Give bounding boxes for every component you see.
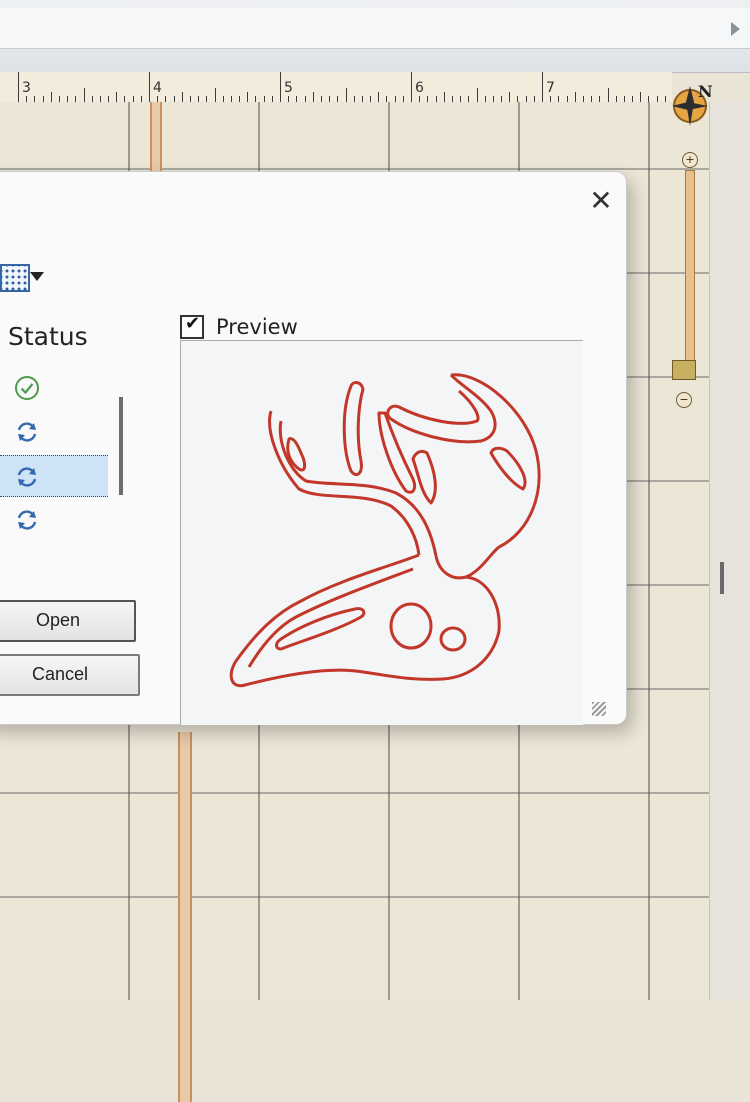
top-toolbar [0,0,750,73]
sync-icon [17,422,37,442]
ruler-tick [280,72,281,102]
open-file-dialog: ✕ Status Open Cancel ✔ Preview [0,172,626,725]
list-item[interactable] [0,411,108,451]
status-list [0,367,108,537]
cancel-button[interactable]: Cancel [0,654,140,696]
horizontal-ruler: 3 4 5 6 7 [0,72,672,103]
scroll-right-icon[interactable] [731,22,740,36]
list-scrollbar-thumb[interactable] [119,397,123,495]
ruler-number: 3 [22,80,31,96]
chevron-down-icon [30,272,44,281]
ruler-tick [345,88,347,102]
grid-view-icon [0,264,30,292]
ruler-tick [83,88,85,102]
guide-line [178,732,192,1102]
ruler-tick [50,92,52,102]
ruler-number: 6 [415,80,424,96]
ruler-tick [18,72,19,102]
vertical-scrollbar[interactable] [709,102,750,1000]
toolbar-field [0,8,750,49]
ruler-tick [181,92,183,102]
ruler-tick [411,72,412,102]
ruler-tick [509,92,511,102]
checkmark-icon: ✔ [185,313,201,334]
ruler-tick [476,88,478,102]
open-button[interactable]: Open [0,600,136,642]
sync-icon [17,510,37,530]
ruler-tick [607,88,609,102]
zoom-slider-track[interactable] [685,170,695,362]
zoom-out-button[interactable]: − [676,392,692,408]
ruler-tick [312,92,314,102]
ruler-number: 5 [284,80,293,96]
ruler-tick [640,92,642,102]
list-item-selected[interactable] [0,455,108,497]
list-item[interactable] [0,499,108,539]
ruler-number: 7 [546,80,555,96]
preview-pane [180,340,583,725]
check-circle-icon [15,376,39,400]
resize-grip[interactable] [592,702,606,716]
ruler-tick [378,92,380,102]
preview-checkbox[interactable]: ✔ [180,313,204,339]
preview-label[interactable]: Preview [216,315,298,339]
close-button[interactable]: ✕ [586,186,616,216]
ruler-tick [116,92,118,102]
ruler-number: 4 [153,80,162,96]
ruler-tick [149,72,150,102]
compass-rose-icon[interactable]: N [668,82,716,130]
status-column-header[interactable]: Status [8,322,88,351]
ruler-tick [542,72,543,102]
list-item[interactable] [0,367,108,407]
ruler-tick [214,88,216,102]
ruler-tick [574,92,576,102]
view-mode-button[interactable] [0,264,44,292]
ruler-tick [247,92,249,102]
ruler-tick [443,92,445,102]
deer-skull-preview-image [229,373,541,688]
sync-icon [17,467,37,487]
zoom-slider-thumb[interactable] [672,360,696,380]
zoom-in-button[interactable]: + [682,152,698,168]
scrollbar-thumb[interactable] [720,562,724,594]
north-label: N [698,82,713,101]
